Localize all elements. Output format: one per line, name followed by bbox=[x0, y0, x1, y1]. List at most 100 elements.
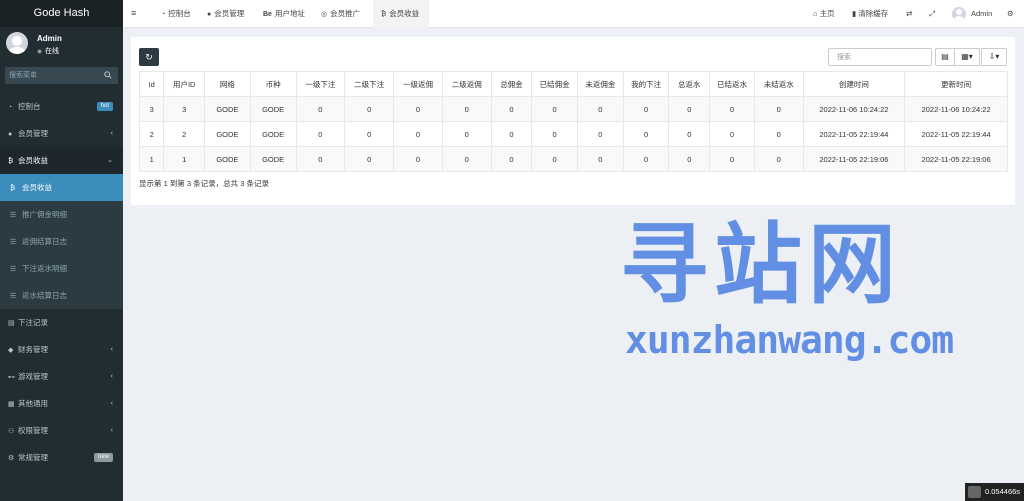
cogs-icon: ⚙ bbox=[8, 455, 15, 462]
home-label: 主页 bbox=[819, 9, 835, 18]
tab-members[interactable]: ● 会员管理 bbox=[203, 0, 248, 28]
sidebar-item-member-earnings[interactable]: ₿ 会员收益 ⌄ bbox=[0, 147, 123, 174]
table-cell: 0 bbox=[344, 146, 395, 172]
hot-badge: hot bbox=[96, 102, 113, 111]
chevron-down-icon: ⌄ bbox=[107, 157, 113, 164]
group-icon: ⚇ bbox=[8, 428, 15, 435]
column-header[interactable]: 我的下注 bbox=[622, 71, 670, 97]
column-header[interactable]: 未返佣金 bbox=[577, 71, 624, 97]
sidebar-subitem-label: 返佣结算日志 bbox=[22, 237, 67, 246]
table-row[interactable]: 1 1 GODE GODE 0 0 0 0 0 0 0 0 0 0 0 2022-11-05 22:19:06… bbox=[138, 146, 1008, 172]
chevron-left-icon: ‹ bbox=[110, 346, 113, 353]
table-cell: 2 bbox=[138, 121, 165, 147]
sidebar-search-input[interactable] bbox=[5, 67, 95, 84]
column-header[interactable]: 二级下注 bbox=[344, 71, 395, 97]
table-row[interactable]: 2 2 GODE GODE 0 0 0 0 0 0 0 0 0 0 0 2022-11-05 22:19:44… bbox=[138, 121, 1008, 147]
tab-member-earnings[interactable]: ₿ 会员收益 bbox=[373, 0, 430, 28]
column-header[interactable]: 已结佣金 bbox=[531, 71, 578, 97]
table-cell: 3 bbox=[163, 96, 206, 122]
search-icon[interactable] bbox=[104, 71, 112, 79]
sidebar-subitem-rebate-log[interactable]: ☰ 返佣结算日志 bbox=[0, 228, 123, 255]
table-cell: 0 bbox=[531, 146, 578, 172]
columns-button[interactable]: ▦▾ bbox=[954, 48, 980, 66]
column-header[interactable]: 总佣金 bbox=[490, 71, 533, 97]
column-header[interactable]: 已结返水 bbox=[709, 71, 755, 97]
tab-dashboard[interactable]: ◔ 控制台 bbox=[155, 0, 197, 28]
trash-icon: ▮ bbox=[852, 9, 857, 18]
column-header[interactable]: 币种 bbox=[249, 71, 297, 97]
tab-label: 会员收益 bbox=[389, 9, 420, 18]
table-cell: 3 bbox=[138, 96, 165, 122]
diamond-icon: ◆ bbox=[8, 347, 14, 354]
column-header[interactable]: 网络 bbox=[204, 71, 251, 97]
avatar[interactable] bbox=[952, 7, 966, 21]
column-header[interactable]: 一级返佣 bbox=[393, 71, 443, 97]
translate-icon[interactable]: ⇄ bbox=[906, 0, 912, 28]
toggle-view-button[interactable]: ▤ bbox=[935, 48, 955, 66]
table-cell: GODE bbox=[204, 96, 251, 122]
home-link[interactable]: ⌂ 主页 bbox=[813, 0, 835, 28]
sidebar-item-permissions[interactable]: ⚇ 权限管理 ‹ bbox=[0, 417, 123, 444]
list-icon: ☰ bbox=[10, 266, 17, 273]
top-user-name[interactable]: Admin bbox=[971, 0, 992, 28]
tab-user-address[interactable]: Be 用户地址 bbox=[261, 0, 307, 28]
app-logo[interactable]: Gode Hash bbox=[0, 0, 123, 27]
sidebar-item-label: 会员管理 bbox=[18, 129, 48, 138]
sidebar-item-members[interactable]: ● 会员管理 ‹ bbox=[0, 120, 123, 147]
menu-toggle-icon[interactable]: ≡ bbox=[131, 8, 139, 18]
file-icon: ▤ bbox=[8, 320, 15, 327]
table-cell: 0 bbox=[577, 121, 624, 147]
column-header[interactable]: 二级返佣 bbox=[441, 71, 492, 97]
column-header[interactable]: 用户ID bbox=[163, 71, 206, 97]
table-cell: 0 bbox=[709, 146, 755, 172]
column-header[interactable]: Id bbox=[138, 71, 165, 97]
user-status-text: 在线 bbox=[45, 48, 59, 55]
refresh-button[interactable]: ↻ bbox=[139, 48, 159, 66]
sidebar-item-settings[interactable]: ⚙ 常规管理 new bbox=[0, 444, 123, 471]
column-header[interactable]: 一级下注 bbox=[295, 71, 346, 97]
sidebar-item-games[interactable]: ⊷ 游戏管理 ‹ bbox=[0, 363, 123, 390]
table-cell: 0 bbox=[441, 96, 492, 122]
table-cell: 0 bbox=[295, 146, 346, 172]
export-button[interactable]: ⇩▾ bbox=[981, 48, 1007, 66]
column-header[interactable]: 未结返水 bbox=[753, 71, 804, 97]
chevron-left-icon: ‹ bbox=[110, 427, 113, 434]
user-name: Admin bbox=[37, 34, 62, 43]
column-header[interactable]: 更新时间 bbox=[904, 71, 1008, 97]
sidebar-item-finance[interactable]: ◆ 财务管理 ‹ bbox=[0, 336, 123, 363]
avatar bbox=[6, 32, 28, 54]
table-cell: 0 bbox=[441, 121, 492, 147]
sidebar-item-bet-records[interactable]: ▤ 下注记录 bbox=[0, 309, 123, 336]
table-cell: 0 bbox=[393, 146, 443, 172]
column-header[interactable]: 创建时间 bbox=[802, 71, 906, 97]
sidebar-subitem-member-earnings[interactable]: ₿ 会员收益 bbox=[0, 174, 123, 201]
sidebar-menu: ◔ 控制台 hot ● 会员管理 ‹ ₿ 会员收益 ⌄ ₿ 会员收益 ☰ 推广佣金明细 ☰ 返佣结… bbox=[0, 93, 123, 471]
column-header[interactable]: 总返水 bbox=[668, 71, 711, 97]
table-cell: 2022-11-05 22:19:06 bbox=[802, 146, 906, 172]
chevron-left-icon: ‹ bbox=[110, 130, 113, 137]
table-row[interactable]: 3 3 GODE GODE 0 0 0 0 0 0 0 0 0 0 0 2022-11-06 10:24:22… bbox=[138, 96, 1008, 122]
sidebar-subitem-label: 下注返水明细 bbox=[22, 264, 67, 273]
table-cell: 0 bbox=[668, 146, 711, 172]
table-cell: GODE bbox=[204, 121, 251, 147]
clear-cache-button[interactable]: ▮ 清除缓存 bbox=[852, 0, 888, 28]
fullscreen-icon[interactable]: ⤢ bbox=[929, 0, 935, 28]
top-navbar: ≡ ◔ 控制台 ● 会员管理 Be 用户地址 ◎ 会员推广 ₿ 会员收益 ⌂ 主页 ▮ 清… bbox=[123, 0, 1024, 28]
tab-member-promo[interactable]: ◎ 会员推广 bbox=[319, 0, 362, 28]
watermark-en: xunzhanwang.com bbox=[625, 318, 954, 362]
table-cell: 0 bbox=[393, 121, 443, 147]
table-cell: 2022-11-05 22:19:06 bbox=[904, 146, 1008, 172]
table-search-input[interactable] bbox=[828, 48, 932, 66]
sidebar-subitem-bet-rebate-detail[interactable]: ☰ 下注返水明细 bbox=[0, 255, 123, 282]
cogs-icon[interactable]: ⚙ bbox=[1007, 0, 1014, 28]
sidebar-subitem-rebate-settlement-log[interactable]: ☰ 返水结算日志 bbox=[0, 282, 123, 309]
sidebar-item-dashboard[interactable]: ◔ 控制台 hot bbox=[0, 93, 123, 120]
table-cell: GODE bbox=[204, 146, 251, 172]
dashboard-icon: ◔ bbox=[161, 11, 166, 18]
sidebar: Gode Hash Admin 在线 ◔ 控制台 hot ● 会员管理 ‹ ₿ 会员收益 ⌄… bbox=[0, 0, 123, 501]
sidebar-item-general[interactable]: ▦ 其他通用 ‹ bbox=[0, 390, 123, 417]
grid-icon: ▦ bbox=[8, 401, 15, 408]
table-cell: 0 bbox=[622, 96, 670, 122]
table-cell: 1 bbox=[163, 146, 206, 172]
sidebar-subitem-commission-detail[interactable]: ☰ 推广佣金明细 bbox=[0, 201, 123, 228]
